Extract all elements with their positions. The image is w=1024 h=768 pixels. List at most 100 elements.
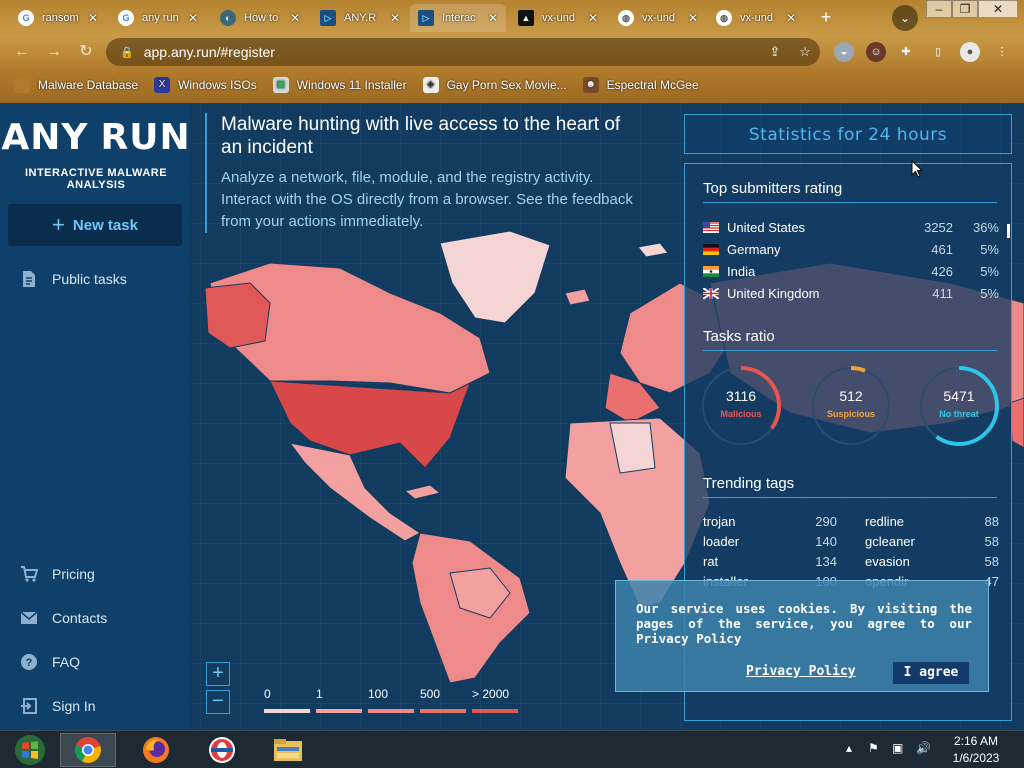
tab-interactive-active[interactable]: ▷ Interac ✕ <box>410 4 506 32</box>
anyrun-logo[interactable]: ANY RUN INTERACTIVE MALWARE ANALYSIS <box>1 115 189 195</box>
tab-vx-underground-1[interactable]: ▲ vx-und ✕ <box>510 4 606 32</box>
close-icon[interactable]: ✕ <box>488 11 498 25</box>
forward-button[interactable]: → <box>42 40 66 64</box>
close-icon[interactable]: ✕ <box>688 11 698 25</box>
bookmark-espectral-mcgee[interactable]: ☻ Espectral McGee <box>582 77 699 93</box>
bookmark-label: Windows 11 Installer <box>296 78 407 92</box>
malicious-count: 3116 <box>725 388 757 404</box>
close-icon[interactable]: ✕ <box>786 11 796 25</box>
submission-percent: 5% <box>980 242 999 257</box>
scrollbar-thumb[interactable] <box>1007 224 1010 238</box>
extension-icon[interactable]: ◒ <box>834 42 854 62</box>
submitter-row[interactable]: United States 3252 36% <box>703 220 999 235</box>
tab-vx-underground-2[interactable]: ◍ vx-und ✕ <box>610 4 706 32</box>
flag-icon[interactable]: ⚑ <box>868 741 879 755</box>
hero-block: Malware hunting with live access to the … <box>205 113 635 233</box>
close-icon[interactable]: ✕ <box>88 11 98 25</box>
tray-expand-icon[interactable]: ▴ <box>846 741 852 755</box>
agree-button[interactable]: I agree <box>893 662 969 684</box>
puzzle-icon[interactable]: ✚ <box>896 42 916 62</box>
tag-link[interactable]: trojan <box>703 514 736 529</box>
tag-link[interactable]: rat <box>703 554 718 569</box>
legend-swatch <box>472 709 518 713</box>
bookmark-windows-isos[interactable]: X Windows ISOs <box>154 77 257 93</box>
legend-label: 500 <box>420 687 441 701</box>
map-country[interactable] <box>637 242 669 258</box>
ratio-suspicious: 512 Suspicious <box>809 364 893 448</box>
restore-button[interactable]: ❐ <box>952 0 978 18</box>
sidebar-item-label: Pricing <box>52 566 95 582</box>
taskbar-opera[interactable] <box>194 733 250 767</box>
sidebar-item-public-tasks[interactable]: Public tasks <box>20 270 127 288</box>
system-clock[interactable]: 2:16 AM 1/6/2023 <box>930 733 1022 767</box>
map-country[interactable] <box>403 484 442 500</box>
bookmark-star-icon[interactable]: ☆ <box>790 44 820 60</box>
sidebar-item-pricing[interactable]: Pricing <box>20 565 95 583</box>
sidebar-item-contacts[interactable]: Contacts <box>20 609 107 627</box>
taskbar-file-explorer[interactable] <box>260 733 316 767</box>
tag-link[interactable]: evasion <box>865 554 910 569</box>
menu-icon[interactable]: ⋮ <box>992 42 1012 62</box>
sidepanel-icon[interactable]: ▯ <box>928 42 948 62</box>
zoom-in-button[interactable]: + <box>206 662 230 686</box>
tab-how-to[interactable]: ◐ How to ✕ <box>212 4 308 32</box>
sidebar-item-sign-in[interactable]: Sign In <box>20 697 96 715</box>
tab-any-run[interactable]: G any run ✕ <box>110 4 206 32</box>
taskbar-firefox[interactable] <box>128 733 184 767</box>
minimize-button[interactable]: – <box>926 0 952 18</box>
volume-icon[interactable]: 🔊 <box>916 741 931 755</box>
tab-title: ransom <box>42 12 79 24</box>
bookmark-windows-11-installer[interactable]: ▣ Windows 11 Installer <box>272 77 407 93</box>
map-country[interactable] <box>439 230 551 324</box>
start-button[interactable] <box>2 733 58 767</box>
extension-avatar-icon[interactable]: ☺ <box>866 42 886 62</box>
country-name: India <box>727 264 756 279</box>
map-country[interactable] <box>288 442 421 542</box>
sidebar-item-faq[interactable]: ? FAQ <box>20 653 80 671</box>
chrome-icon <box>75 737 101 763</box>
new-task-button[interactable]: + New task <box>8 204 182 246</box>
zoom-out-button[interactable]: − <box>206 690 230 714</box>
new-tab-button[interactable]: + <box>814 6 838 30</box>
cookie-banner: Our service uses cookies. By visiting th… <box>615 580 989 692</box>
submitter-row[interactable]: India 426 5% <box>703 264 999 279</box>
vx-icon: ▲ <box>518 10 534 26</box>
bookmark-malware-database[interactable]: Malware Database <box>14 77 138 93</box>
mail-icon <box>20 611 38 624</box>
submission-count: 3252 <box>924 220 953 235</box>
tag-link[interactable]: gcleaner <box>865 534 915 549</box>
tab-vx-underground-3[interactable]: ◍ vx-und ✕ <box>708 4 804 32</box>
submission-count: 426 <box>931 264 953 279</box>
tab-search-button[interactable]: ⌄ <box>892 5 918 31</box>
address-bar[interactable]: 🔒 app.any.run/#register ⇪ ☆ <box>106 38 820 66</box>
privacy-policy-link[interactable]: Privacy Policy <box>746 664 856 679</box>
url-text: app.any.run/#register <box>143 44 275 60</box>
submitter-row[interactable]: United Kingdom 411 5% <box>703 286 999 301</box>
tag-link[interactable]: loader <box>703 534 739 549</box>
tab-ransom[interactable]: G ransom ✕ <box>10 4 106 32</box>
opera-icon <box>209 737 235 763</box>
page-content: ANY RUN INTERACTIVE MALWARE ANALYSIS + N… <box>0 103 1024 730</box>
taskbar-chrome[interactable] <box>60 733 116 767</box>
share-icon[interactable]: ⇪ <box>760 44 790 60</box>
close-icon[interactable]: ✕ <box>390 11 400 25</box>
map-country[interactable] <box>204 282 271 349</box>
tag-link[interactable]: redline <box>865 514 904 529</box>
profile-icon[interactable]: ● <box>960 42 980 62</box>
reload-button[interactable]: ↻ <box>74 40 98 64</box>
tab-anyrun[interactable]: ▷ ANY.R ✕ <box>312 4 408 32</box>
plus-icon: + <box>52 212 65 237</box>
back-button[interactable]: ← <box>10 40 34 64</box>
map-country[interactable] <box>1009 397 1024 449</box>
close-icon[interactable]: ✕ <box>290 11 300 25</box>
submitter-row[interactable]: Germany 461 5% <box>703 242 999 257</box>
close-icon[interactable]: ✕ <box>588 11 598 25</box>
country-name: United States <box>727 220 806 235</box>
map-country[interactable] <box>564 288 591 306</box>
close-icon[interactable]: ✕ <box>188 11 198 25</box>
bookmark-site[interactable]: ◈ Gay Porn Sex Movie... <box>422 77 567 93</box>
network-icon[interactable]: ▣ <box>892 741 903 755</box>
submission-count: 461 <box>931 242 953 257</box>
legend-swatch <box>420 709 466 713</box>
window-close-button[interactable]: ✕ <box>978 0 1018 18</box>
